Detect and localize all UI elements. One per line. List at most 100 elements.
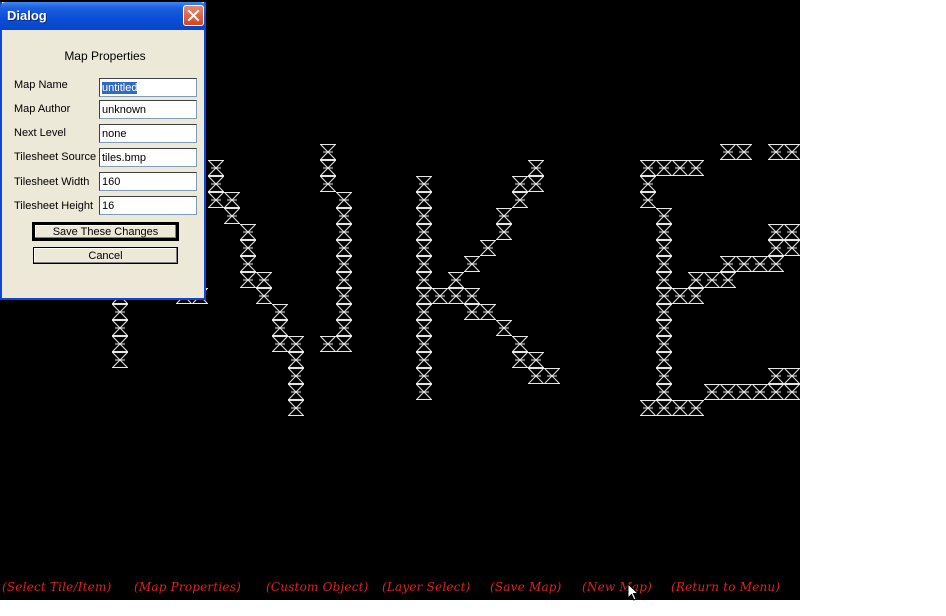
menu-map-properties[interactable]: (Map Properties) (134, 580, 241, 594)
tilesheet-width-label: Tilesheet Width (14, 176, 90, 188)
map-tile (784, 224, 800, 240)
map-tile (272, 320, 288, 336)
map-tile (416, 240, 432, 256)
dialog-title: Dialog (7, 8, 47, 23)
save-button[interactable]: Save These Changes (32, 222, 179, 241)
map-tile (288, 352, 304, 368)
map-tile (736, 144, 752, 160)
map-tile (496, 224, 512, 240)
map-tile (288, 336, 304, 352)
map-author-field[interactable] (99, 100, 197, 119)
map-tile (416, 224, 432, 240)
map-tile (288, 384, 304, 400)
map-tile (736, 384, 752, 400)
map-tile (784, 384, 800, 400)
menu-save-map[interactable]: (Save Map) (490, 580, 562, 594)
map-tile (112, 336, 128, 352)
map-tile (528, 352, 544, 368)
map-tile (416, 256, 432, 272)
map-tile (336, 320, 352, 336)
map-tile (512, 176, 528, 192)
map-tile (496, 320, 512, 336)
map-tile (480, 304, 496, 320)
map-name-label: Map Name (14, 79, 68, 91)
map-tile (656, 384, 672, 400)
map-tile (272, 304, 288, 320)
map-tile (112, 304, 128, 320)
map-tile (336, 336, 352, 352)
map-tile (704, 384, 720, 400)
map-tile (336, 288, 352, 304)
map-tile (320, 176, 336, 192)
map-tile (336, 224, 352, 240)
map-tile (288, 400, 304, 416)
map-tile (784, 368, 800, 384)
menu-select-tile-item[interactable]: (Select Tile/Item) (2, 580, 111, 594)
map-tile (320, 144, 336, 160)
map-tile (208, 192, 224, 208)
tilesheet-width-field[interactable] (99, 172, 197, 191)
map-tile (416, 320, 432, 336)
map-properties-dialog: Dialog Map Properties Map Name Map Autho… (0, 2, 206, 300)
map-tile (480, 240, 496, 256)
map-tile (432, 288, 448, 304)
map-tile (656, 288, 672, 304)
map-tile (464, 304, 480, 320)
map-tile (688, 288, 704, 304)
tilesheet-source-label: Tilesheet Source (14, 151, 97, 163)
tilesheet-height-label: Tilesheet Height (14, 200, 94, 212)
menu-layer-select[interactable]: (Layer Select) (382, 580, 471, 594)
map-tile (208, 176, 224, 192)
tilesheet-source-field[interactable] (99, 148, 197, 167)
map-tile (496, 208, 512, 224)
map-tile (688, 272, 704, 288)
map-tile (656, 368, 672, 384)
map-tile (656, 256, 672, 272)
map-tile (256, 288, 272, 304)
map-tile (688, 400, 704, 416)
close-icon (187, 9, 200, 22)
map-tile (464, 256, 480, 272)
map-tile (528, 368, 544, 384)
map-tile (768, 224, 784, 240)
map-tile (768, 368, 784, 384)
map-tile (272, 336, 288, 352)
map-name-field[interactable] (99, 78, 197, 97)
map-tile (240, 256, 256, 272)
map-tile (768, 384, 784, 400)
map-tile (336, 192, 352, 208)
cancel-button[interactable]: Cancel (33, 247, 178, 264)
map-tile (704, 272, 720, 288)
map-tile (240, 240, 256, 256)
menu-custom-object[interactable]: (Custom Object) (266, 580, 369, 594)
map-tile (336, 208, 352, 224)
map-tile (464, 288, 480, 304)
dialog-titlebar[interactable]: Dialog (0, 2, 206, 30)
map-tile (656, 160, 672, 176)
map-tile (784, 240, 800, 256)
map-tile (416, 176, 432, 192)
map-tile (336, 304, 352, 320)
menu-return-to-menu[interactable]: (Return to Menu) (671, 580, 780, 594)
tilesheet-height-field[interactable] (99, 196, 197, 215)
map-tile (720, 384, 736, 400)
map-tile (336, 240, 352, 256)
map-tile (720, 144, 736, 160)
map-tile (768, 240, 784, 256)
map-tile (512, 192, 528, 208)
map-tile (656, 400, 672, 416)
map-tile (640, 160, 656, 176)
menu-new-map[interactable]: (New Map) (582, 580, 652, 594)
map-tile (224, 208, 240, 224)
map-tile (656, 304, 672, 320)
map-tile (736, 256, 752, 272)
map-tile (240, 224, 256, 240)
close-button[interactable] (183, 5, 204, 26)
next-level-field[interactable] (99, 124, 197, 143)
map-tile (656, 224, 672, 240)
map-tile (112, 352, 128, 368)
map-tile (112, 320, 128, 336)
map-tile (224, 192, 240, 208)
map-tile (544, 368, 560, 384)
mouse-pointer-icon (627, 582, 640, 606)
